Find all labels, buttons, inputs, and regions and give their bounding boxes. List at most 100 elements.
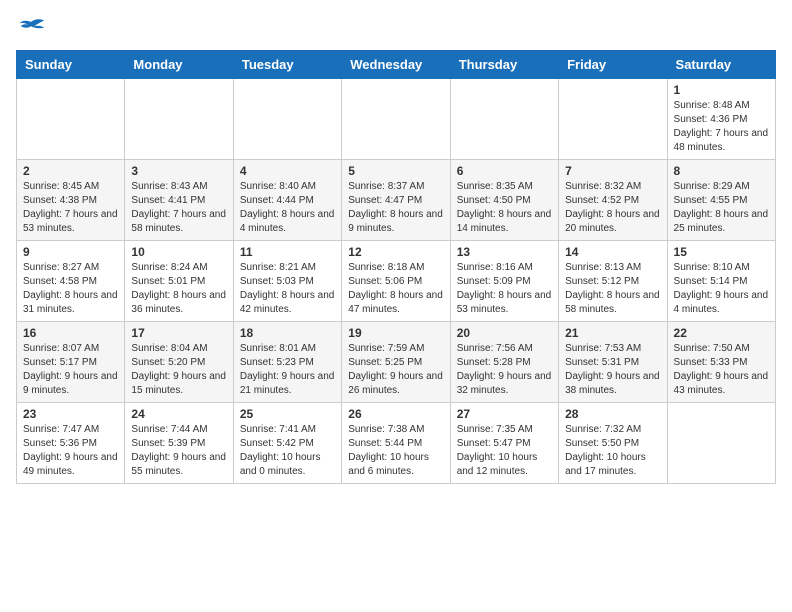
day-number: 2 — [23, 164, 118, 178]
day-info: Sunrise: 8:16 AM Sunset: 5:09 PM Dayligh… — [457, 261, 552, 317]
calendar-cell: 24 Sunrise: 7:44 AM Sunset: 5:39 PM Dayli… — [125, 403, 233, 484]
calendar-week-4: 16 Sunrise: 8:07 AM Sunset: 5:17 PM Dayli… — [17, 322, 776, 403]
day-number: 14 — [565, 245, 660, 259]
calendar-cell: 15 Sunrise: 8:10 AM Sunset: 5:14 PM Dayli… — [667, 241, 775, 322]
day-number: 1 — [674, 83, 769, 97]
day-number: 9 — [23, 245, 118, 259]
day-number: 5 — [348, 164, 443, 178]
day-number: 28 — [565, 407, 660, 421]
calendar-cell: 11 Sunrise: 8:21 AM Sunset: 5:03 PM Dayli… — [233, 241, 341, 322]
day-info: Sunrise: 8:29 AM Sunset: 4:55 PM Dayligh… — [674, 180, 769, 236]
day-info: Sunrise: 7:41 AM Sunset: 5:42 PM Dayligh… — [240, 423, 335, 479]
calendar-week-5: 23 Sunrise: 7:47 AM Sunset: 5:36 PM Dayli… — [17, 403, 776, 484]
calendar-cell: 3 Sunrise: 8:43 AM Sunset: 4:41 PM Daylig… — [125, 160, 233, 241]
calendar-cell: 8 Sunrise: 8:29 AM Sunset: 4:55 PM Daylig… — [667, 160, 775, 241]
day-number: 20 — [457, 326, 552, 340]
day-number: 11 — [240, 245, 335, 259]
day-info: Sunrise: 8:32 AM Sunset: 4:52 PM Dayligh… — [565, 180, 660, 236]
day-info: Sunrise: 8:04 AM Sunset: 5:20 PM Dayligh… — [131, 342, 226, 398]
day-header-monday: Monday — [125, 51, 233, 79]
logo — [16, 16, 50, 38]
calendar-cell — [667, 403, 775, 484]
day-info: Sunrise: 7:32 AM Sunset: 5:50 PM Dayligh… — [565, 423, 660, 479]
day-number: 10 — [131, 245, 226, 259]
day-number: 23 — [23, 407, 118, 421]
day-number: 15 — [674, 245, 769, 259]
calendar-cell: 25 Sunrise: 7:41 AM Sunset: 5:42 PM Dayli… — [233, 403, 341, 484]
day-info: Sunrise: 8:35 AM Sunset: 4:50 PM Dayligh… — [457, 180, 552, 236]
day-info: Sunrise: 7:50 AM Sunset: 5:33 PM Dayligh… — [674, 342, 769, 398]
calendar-cell: 6 Sunrise: 8:35 AM Sunset: 4:50 PM Daylig… — [450, 160, 558, 241]
calendar-cell: 19 Sunrise: 7:59 AM Sunset: 5:25 PM Dayli… — [342, 322, 450, 403]
calendar-cell: 22 Sunrise: 7:50 AM Sunset: 5:33 PM Dayli… — [667, 322, 775, 403]
calendar-cell: 23 Sunrise: 7:47 AM Sunset: 5:36 PM Dayli… — [17, 403, 125, 484]
calendar-cell — [450, 79, 558, 160]
day-info: Sunrise: 8:21 AM Sunset: 5:03 PM Dayligh… — [240, 261, 335, 317]
day-info: Sunrise: 7:35 AM Sunset: 5:47 PM Dayligh… — [457, 423, 552, 479]
calendar-cell: 16 Sunrise: 8:07 AM Sunset: 5:17 PM Dayli… — [17, 322, 125, 403]
day-info: Sunrise: 8:01 AM Sunset: 5:23 PM Dayligh… — [240, 342, 335, 398]
day-number: 21 — [565, 326, 660, 340]
calendar-cell: 2Sunrise: 8:45 AM Sunset: 4:38 PM Daylig… — [17, 160, 125, 241]
calendar-cell — [233, 79, 341, 160]
calendar-cell: 28 Sunrise: 7:32 AM Sunset: 5:50 PM Dayli… — [559, 403, 667, 484]
day-info: Sunrise: 8:27 AM Sunset: 4:58 PM Dayligh… — [23, 261, 118, 317]
calendar-week-2: 2Sunrise: 8:45 AM Sunset: 4:38 PM Daylig… — [17, 160, 776, 241]
day-info: Sunrise: 7:38 AM Sunset: 5:44 PM Dayligh… — [348, 423, 443, 479]
day-info: Sunrise: 8:43 AM Sunset: 4:41 PM Dayligh… — [131, 180, 226, 236]
calendar-cell — [559, 79, 667, 160]
calendar-cell: 26 Sunrise: 7:38 AM Sunset: 5:44 PM Dayli… — [342, 403, 450, 484]
day-info: Sunrise: 8:40 AM Sunset: 4:44 PM Dayligh… — [240, 180, 335, 236]
day-info: Sunrise: 8:24 AM Sunset: 5:01 PM Dayligh… — [131, 261, 226, 317]
calendar-cell — [125, 79, 233, 160]
calendar-cell: 5 Sunrise: 8:37 AM Sunset: 4:47 PM Daylig… — [342, 160, 450, 241]
calendar-header-row: SundayMondayTuesdayWednesdayThursdayFrid… — [17, 51, 776, 79]
day-info: Sunrise: 7:47 AM Sunset: 5:36 PM Dayligh… — [23, 423, 118, 479]
calendar-cell: 21 Sunrise: 7:53 AM Sunset: 5:31 PM Dayli… — [559, 322, 667, 403]
page-header — [16, 16, 776, 38]
day-number: 13 — [457, 245, 552, 259]
day-info: Sunrise: 8:07 AM Sunset: 5:17 PM Dayligh… — [23, 342, 118, 398]
day-info: Sunrise: 7:59 AM Sunset: 5:25 PM Dayligh… — [348, 342, 443, 398]
calendar-cell: 20Sunrise: 7:56 AM Sunset: 5:28 PM Dayli… — [450, 322, 558, 403]
logo-bird-icon — [16, 16, 46, 38]
day-info: Sunrise: 8:18 AM Sunset: 5:06 PM Dayligh… — [348, 261, 443, 317]
calendar-cell: 18 Sunrise: 8:01 AM Sunset: 5:23 PM Dayli… — [233, 322, 341, 403]
day-info: Sunrise: 8:10 AM Sunset: 5:14 PM Dayligh… — [674, 261, 769, 317]
day-info: Sunrise: 8:13 AM Sunset: 5:12 PM Dayligh… — [565, 261, 660, 317]
calendar-table: SundayMondayTuesdayWednesdayThursdayFrid… — [16, 50, 776, 484]
day-header-friday: Friday — [559, 51, 667, 79]
calendar-cell: 4 Sunrise: 8:40 AM Sunset: 4:44 PM Daylig… — [233, 160, 341, 241]
day-number: 25 — [240, 407, 335, 421]
day-info: Sunrise: 7:44 AM Sunset: 5:39 PM Dayligh… — [131, 423, 226, 479]
day-number: 22 — [674, 326, 769, 340]
day-number: 6 — [457, 164, 552, 178]
day-header-thursday: Thursday — [450, 51, 558, 79]
calendar-week-3: 9 Sunrise: 8:27 AM Sunset: 4:58 PM Daylig… — [17, 241, 776, 322]
day-number: 16 — [23, 326, 118, 340]
calendar-week-1: 1Sunrise: 8:48 AM Sunset: 4:36 PM Daylig… — [17, 79, 776, 160]
calendar-cell: 27 Sunrise: 7:35 AM Sunset: 5:47 PM Dayli… — [450, 403, 558, 484]
day-number: 4 — [240, 164, 335, 178]
day-number: 3 — [131, 164, 226, 178]
day-info: Sunrise: 7:53 AM Sunset: 5:31 PM Dayligh… — [565, 342, 660, 398]
day-number: 24 — [131, 407, 226, 421]
day-info: Sunrise: 8:37 AM Sunset: 4:47 PM Dayligh… — [348, 180, 443, 236]
calendar-cell: 9 Sunrise: 8:27 AM Sunset: 4:58 PM Daylig… — [17, 241, 125, 322]
calendar-cell: 17Sunrise: 8:04 AM Sunset: 5:20 PM Dayli… — [125, 322, 233, 403]
day-number: 19 — [348, 326, 443, 340]
day-header-wednesday: Wednesday — [342, 51, 450, 79]
calendar-cell: 10 Sunrise: 8:24 AM Sunset: 5:01 PM Dayli… — [125, 241, 233, 322]
calendar-cell — [17, 79, 125, 160]
day-number: 18 — [240, 326, 335, 340]
day-number: 7 — [565, 164, 660, 178]
calendar-cell: 12Sunrise: 8:18 AM Sunset: 5:06 PM Dayli… — [342, 241, 450, 322]
calendar-cell — [342, 79, 450, 160]
day-number: 26 — [348, 407, 443, 421]
day-number: 27 — [457, 407, 552, 421]
day-header-saturday: Saturday — [667, 51, 775, 79]
day-header-tuesday: Tuesday — [233, 51, 341, 79]
day-number: 8 — [674, 164, 769, 178]
day-header-sunday: Sunday — [17, 51, 125, 79]
calendar-cell: 13 Sunrise: 8:16 AM Sunset: 5:09 PM Dayli… — [450, 241, 558, 322]
